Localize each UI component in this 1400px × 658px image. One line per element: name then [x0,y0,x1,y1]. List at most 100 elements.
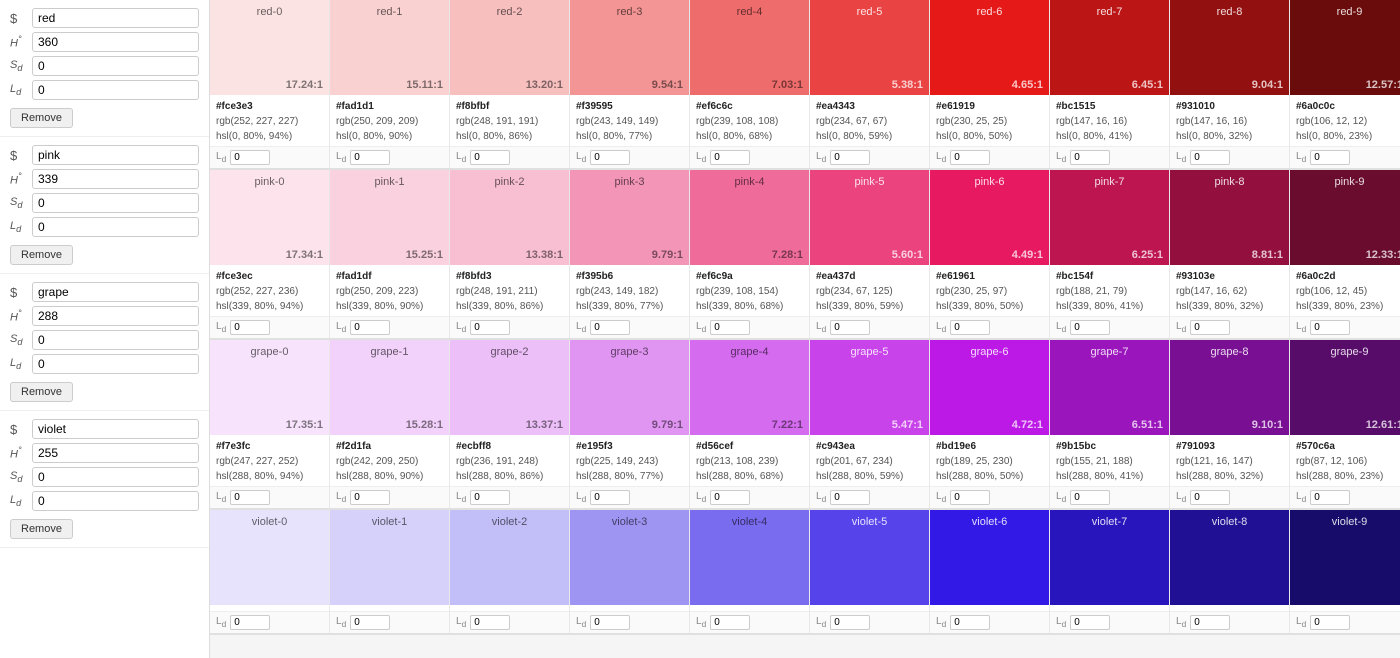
ld-input-violet-4[interactable] [710,615,750,630]
ld-input-grape-7[interactable] [1070,490,1110,505]
s-input-pink[interactable] [32,193,199,213]
ld-input-violet-7[interactable] [1070,615,1110,630]
h-input-pink[interactable] [32,169,199,189]
s-input-red[interactable] [32,56,199,76]
color-name-input-violet[interactable] [32,419,199,439]
ld-input-pink-3[interactable] [590,320,630,335]
h-label-red: H° [10,34,32,50]
swatch-info-grape-0: #f7e3fc rgb(247, 227, 252) hsl(288, 80%,… [210,435,329,486]
ld-input-pink-2[interactable] [470,320,510,335]
swatch-info-grape-3: #e195f3 rgb(225, 149, 243) hsl(288, 80%,… [570,435,689,486]
swatch-ratio-grape-8: 9.10:1 [1252,419,1283,431]
swatch-info-red-4: #ef6c6c rgb(239, 108, 108) hsl(0, 80%, 6… [690,95,809,146]
swatch-ld-row-pink-3: Ld [570,316,689,338]
color-name-input-pink[interactable] [32,145,199,165]
l-input-red[interactable] [32,80,199,100]
ld-input-red-1[interactable] [350,150,390,165]
swatch-cell-grape-6: grape-64.72:1 #bd19e6 rgb(189, 25, 230) … [930,340,1050,508]
ld-input-pink-9[interactable] [1310,320,1350,335]
swatch-ratio-red-7: 6.45:1 [1132,79,1163,91]
ld-input-violet-9[interactable] [1310,615,1350,630]
swatch-cell-grape-2: grape-213.37:1 #ecbff8 rgb(236, 191, 248… [450,340,570,508]
swatch-rgb-pink-7: rgb(188, 21, 79) [1056,284,1163,299]
color-name-input-grape[interactable] [32,282,199,302]
swatch-ld-row-violet-3: Ld [570,611,689,633]
swatch-ratio-red-5: 5.38:1 [892,79,923,91]
l-input-violet[interactable] [32,491,199,511]
swatch-ratio-red-4: 7.03:1 [772,79,803,91]
swatch-ratio-red-1: 15.11:1 [406,79,443,91]
ld-input-grape-9[interactable] [1310,490,1350,505]
swatch-name-grape-5: grape-5 [810,346,929,358]
remove-button-red[interactable]: Remove [10,108,73,128]
ld-input-pink-6[interactable] [950,320,990,335]
ld-input-red-2[interactable] [470,150,510,165]
swatch-info-red-3: #f39595 rgb(243, 149, 149) hsl(0, 80%, 7… [570,95,689,146]
ld-input-red-3[interactable] [590,150,630,165]
swatch-cell-red-5: red-55.38:1 #ea4343 rgb(234, 67, 67) hsl… [810,0,930,168]
ld-input-grape-4[interactable] [710,490,750,505]
ld-input-grape-2[interactable] [470,490,510,505]
remove-button-pink[interactable]: Remove [10,245,73,265]
s-input-violet[interactable] [32,467,199,487]
remove-button-violet[interactable]: Remove [10,519,73,539]
ld-input-red-8[interactable] [1190,150,1230,165]
l-input-grape[interactable] [32,354,199,374]
ld-label-pink-1: Ld [336,321,346,334]
swatch-cell-violet-8: violet-8 Ld [1170,510,1290,633]
swatch-name-red-5: red-5 [810,6,929,18]
ld-input-grape-3[interactable] [590,490,630,505]
ld-input-red-0[interactable] [230,150,270,165]
swatch-ld-row-red-6: Ld [930,146,1049,168]
swatch-ld-row-red-0: Ld [210,146,329,168]
ld-input-pink-1[interactable] [350,320,390,335]
remove-button-grape[interactable]: Remove [10,382,73,402]
ld-input-red-7[interactable] [1070,150,1110,165]
h-label-grape: H° [10,308,32,324]
h-input-grape[interactable] [32,306,199,326]
swatch-ld-row-grape-1: Ld [330,486,449,508]
ld-input-grape-8[interactable] [1190,490,1230,505]
swatch-cell-red-2: red-213.20:1 #f8bfbf rgb(248, 191, 191) … [450,0,570,168]
ld-input-pink-4[interactable] [710,320,750,335]
swatch-hex-red-0: #fce3e3 [216,99,323,114]
swatch-hex-grape-4: #d56cef [696,439,803,454]
ld-input-violet-6[interactable] [950,615,990,630]
swatch-name-pink-9: pink-9 [1290,176,1400,188]
swatch-info-pink-4: #ef6c9a rgb(239, 108, 154) hsl(339, 80%,… [690,265,809,316]
swatch-hsl-red-8: hsl(0, 80%, 32%) [1176,129,1283,144]
l-input-pink[interactable] [32,217,199,237]
ld-input-pink-0[interactable] [230,320,270,335]
swatch-rgb-pink-1: rgb(250, 209, 223) [336,284,443,299]
swatch-hsl-pink-0: hsl(339, 80%, 94%) [216,299,323,314]
ld-input-pink-8[interactable] [1190,320,1230,335]
ld-input-grape-6[interactable] [950,490,990,505]
h-input-red[interactable] [32,32,199,52]
ld-input-red-4[interactable] [710,150,750,165]
s-input-grape[interactable] [32,330,199,350]
swatch-hex-grape-8: #791093 [1176,439,1283,454]
color-name-input-red[interactable] [32,8,199,28]
ld-input-grape-1[interactable] [350,490,390,505]
swatch-name-violet-0: violet-0 [210,516,329,528]
ld-input-violet-5[interactable] [830,615,870,630]
ld-input-red-9[interactable] [1310,150,1350,165]
swatch-name-pink-1: pink-1 [330,176,449,188]
ld-input-grape-0[interactable] [230,490,270,505]
control-group-red: $ H° Sd Ld Remove [0,0,209,137]
ld-input-pink-7[interactable] [1070,320,1110,335]
swatch-hex-grape-3: #e195f3 [576,439,683,454]
ld-input-violet-8[interactable] [1190,615,1230,630]
ld-input-violet-0[interactable] [230,615,270,630]
ld-input-grape-5[interactable] [830,490,870,505]
ld-input-red-6[interactable] [950,150,990,165]
ld-input-violet-2[interactable] [470,615,510,630]
h-input-violet[interactable] [32,443,199,463]
ld-input-pink-5[interactable] [830,320,870,335]
ld-input-violet-1[interactable] [350,615,390,630]
swatch-hsl-grape-2: hsl(288, 80%, 86%) [456,469,563,484]
swatch-info-red-0: #fce3e3 rgb(252, 227, 227) hsl(0, 80%, 9… [210,95,329,146]
ld-input-red-5[interactable] [830,150,870,165]
ld-input-violet-3[interactable] [590,615,630,630]
swatch-cell-pink-6: pink-64.49:1 #e61961 rgb(230, 25, 97) hs… [930,170,1050,338]
